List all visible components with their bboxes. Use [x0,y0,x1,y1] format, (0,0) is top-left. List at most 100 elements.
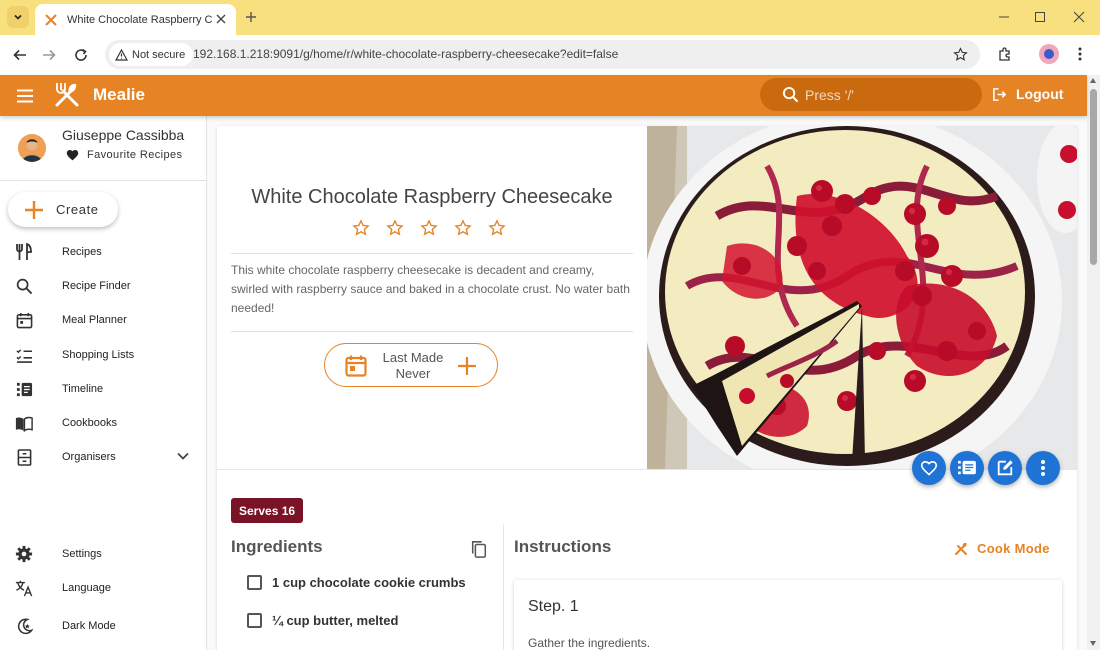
star-icon [952,46,968,61]
timeline-icon [958,460,976,475]
tab-search-button[interactable] [7,6,29,28]
sidebar-item-shopping-lists[interactable]: Shopping Lists [14,343,194,367]
arrow-right-icon [43,49,56,61]
new-tab-button[interactable] [242,8,260,26]
heart-icon [66,150,79,161]
ingredient-item[interactable]: ¼ cup butter, melted [247,613,398,628]
ingredient-text: 1 cup chocolate cookie crumbs [272,575,466,590]
window-maximize-button[interactable] [1032,9,1048,25]
fork-knife-icon [14,242,34,262]
cook-mode-label: Cook Mode [977,541,1050,556]
window-minimize-button[interactable] [996,9,1012,25]
divider [231,331,633,332]
forward-button[interactable] [39,45,59,65]
sidebar-item-settings[interactable]: Settings [14,542,194,566]
last-made-text: Last Made Never [375,350,451,382]
recipe-description: This white chocolate raspberry cheesecak… [231,263,630,315]
edit-icon [997,460,1013,476]
maximize-icon [1035,12,1045,22]
puzzle-icon [999,47,1010,61]
calendar-icon [14,310,34,330]
sidebar-item-dark-mode[interactable]: Dark Mode [14,614,194,638]
window-close-button[interactable] [1071,9,1087,25]
back-button[interactable] [10,45,30,65]
sidebar-item-label: Cookbooks [62,417,118,429]
more-actions-button[interactable] [1026,451,1060,485]
profile-avatar-icon[interactable] [1039,44,1059,64]
last-made-button[interactable]: Last Made Never [324,343,498,387]
scroll-up-arrow-icon[interactable] [1090,78,1096,83]
sidebar-item-cookbooks[interactable]: Cookbooks [14,411,194,435]
mealie-favicon-icon [43,12,59,28]
edit-button[interactable] [988,451,1022,485]
divider [231,253,633,254]
step-text: Gather the ingredients. [528,636,651,650]
sidebar-item-label: Organisers [62,451,116,463]
divider [0,180,206,181]
serves-badge[interactable]: Serves 16 [231,498,304,523]
moon-icon [14,616,34,636]
browser-tab-active[interactable]: White Chocolate Raspberry Cheesecake [35,4,236,35]
star-icon[interactable] [488,219,506,237]
bookmark-star-button[interactable] [952,46,968,62]
app-header: Mealie Logout [0,75,1087,116]
sidebar-item-language[interactable]: Language [14,576,194,600]
sidebar-item-meal-planner[interactable]: Meal Planner [14,308,194,332]
page-scrollbar[interactable] [1087,75,1100,650]
star-icon[interactable] [420,219,438,237]
logout-icon [993,87,1007,101]
chevron-down-icon [14,14,22,20]
ingredient-text: ¼ cup butter, melted [272,613,399,628]
create-button[interactable]: Create [8,192,118,227]
more-vertical-icon [1041,460,1045,476]
checkbox[interactable] [247,613,262,628]
mealie-logo-icon[interactable] [52,80,82,110]
sidebar-item-recipes[interactable]: Recipes [14,240,194,264]
favourite-button[interactable] [912,451,946,485]
browser-toolbar: Not secure 192.168.1.218:9091/g/home/r/w… [0,35,1100,74]
sidebar-item-label: Timeline [62,383,104,395]
divider [217,469,1077,470]
ingredients-heading: Ingredients [231,537,323,556]
copy-ingredients-button[interactable] [469,539,489,559]
sidebar-item-label: Language [62,582,111,594]
favourite-recipes-link[interactable]: Favourite Recipes [66,149,182,161]
hamburger-icon [17,89,33,103]
menu-toggle-button[interactable] [15,86,35,106]
logout-button[interactable]: Logout [992,86,1063,102]
chevron-down-icon[interactable] [174,447,192,465]
search-input[interactable] [805,86,965,103]
star-icon[interactable] [352,219,370,237]
cook-mode-button[interactable]: Cook Mode [954,541,1050,556]
user-name: Giuseppe Cassibba [62,127,185,143]
scroll-down-arrow-icon[interactable] [1090,641,1096,646]
sidebar-item-organisers[interactable]: Organisers [14,445,194,469]
address-bar[interactable]: Not secure 192.168.1.218:9091/g/home/r/w… [105,40,980,69]
extensions-button[interactable] [995,44,1015,64]
ingredient-item[interactable]: 1 cup chocolate cookie crumbs [247,575,466,590]
sidebar-item-recipe-finder[interactable]: Recipe Finder [14,274,194,298]
sidebar-item-timeline[interactable]: Timeline [14,377,194,401]
user-avatar[interactable] [18,134,46,162]
checkbox[interactable] [247,575,262,590]
brand-name[interactable]: Mealie [93,85,145,105]
close-icon[interactable] [214,12,228,26]
close-icon [1073,11,1085,23]
reload-button[interactable] [71,45,91,65]
instruction-step-card[interactable]: Step. 1 Gather the ingredients. [514,580,1062,650]
recipe-search[interactable] [760,78,982,111]
add-to-timeline-button[interactable] [950,451,984,485]
star-icon[interactable] [386,219,404,237]
heart-outline-icon [920,461,938,476]
scrollbar-thumb[interactable] [1090,89,1097,265]
sidebar-item-label: Meal Planner [62,314,127,326]
rating-stars[interactable] [352,219,506,237]
star-icon[interactable] [454,219,472,237]
search-icon [782,86,799,103]
browser-menu-button[interactable] [1072,44,1088,64]
sidebar-item-label: Shopping Lists [62,349,135,361]
tab-title: White Chocolate Raspberry Cheesecake [67,13,212,26]
checklist-icon [14,345,34,365]
security-chip[interactable]: Not secure [109,43,194,66]
more-vertical-icon [1078,47,1082,61]
